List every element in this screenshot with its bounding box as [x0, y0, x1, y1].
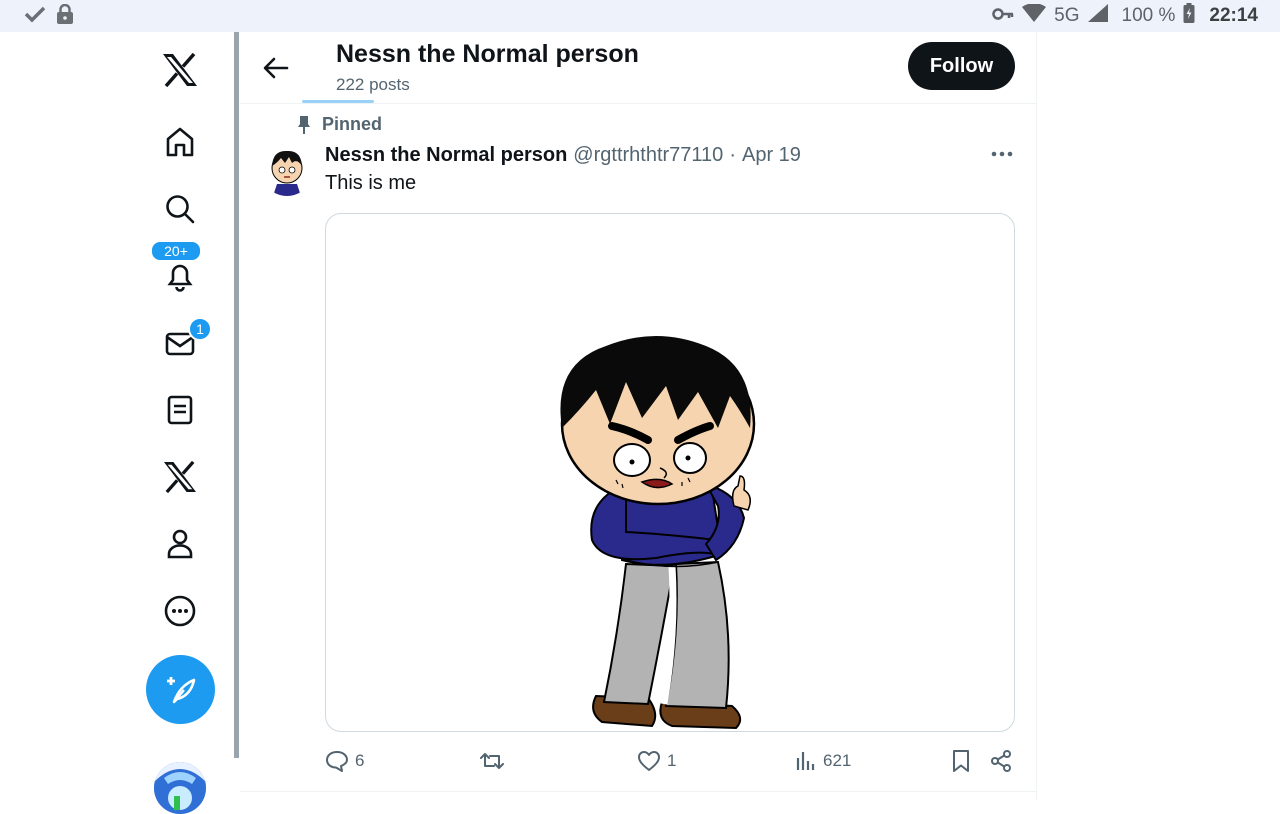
account-avatar[interactable]: [154, 762, 206, 814]
view-count: 621: [823, 751, 852, 770]
bar-chart-icon: [796, 752, 815, 770]
pin-icon: [298, 115, 310, 134]
network-type-label: 5G: [1054, 5, 1080, 26]
like-count: 1: [667, 751, 677, 770]
nav-more-button[interactable]: [150, 581, 210, 641]
character-drawing: [560, 336, 756, 730]
nav-notifications-button[interactable]: 20+: [150, 240, 210, 306]
x-premium-icon: [164, 461, 196, 493]
bell-icon: [167, 264, 193, 292]
like-button[interactable]: 1: [637, 746, 676, 776]
views-button[interactable]: 621: [795, 746, 851, 776]
status-bar: 5G 100 % 22:14: [0, 0, 1280, 32]
meta-separator: ·: [729, 144, 736, 166]
profile-header: Nessn the Normal person 222 posts Follow: [240, 32, 1036, 104]
feather-plus-icon: [166, 676, 195, 703]
vpn-key-icon: [992, 5, 1014, 27]
clock-label: 22:14: [1209, 5, 1258, 26]
author-handle[interactable]: @rgttrhthtr77110: [573, 144, 723, 167]
bookmark-button[interactable]: [951, 746, 971, 776]
nav-home-button[interactable]: [150, 112, 210, 172]
post-actions: 6 1 621: [325, 746, 1015, 776]
reply-button[interactable]: 6: [325, 746, 364, 776]
battery-level-label: 100 %: [1121, 5, 1176, 26]
reply-count: 6: [355, 751, 365, 770]
lists-icon: [167, 395, 193, 425]
author-avatar[interactable]: [261, 144, 313, 196]
post-more-button[interactable]: [986, 142, 1018, 166]
bookmark-icon: [953, 750, 969, 772]
scrollbar[interactable]: [234, 32, 239, 758]
more-horizontal-icon: [991, 151, 1013, 157]
home-icon: [166, 127, 194, 157]
nav-lists-button[interactable]: [150, 380, 210, 440]
more-circle-icon: [164, 595, 196, 627]
lock-icon: [56, 3, 74, 29]
x-logo-icon: [163, 53, 197, 87]
author-name[interactable]: Nessn the Normal person: [325, 144, 567, 167]
nav-premium-button[interactable]: [150, 447, 210, 507]
post-text: This is me: [325, 172, 417, 194]
arrow-left-icon: [263, 57, 289, 79]
profile-icon: [167, 529, 193, 559]
post-date[interactable]: Apr 19: [742, 144, 801, 167]
back-button[interactable]: [258, 50, 294, 86]
post-meta: Nessn the Normal person @rgttrhthtr77110…: [325, 144, 801, 167]
tab-indicator: [302, 100, 374, 103]
nav-messages-button[interactable]: 1: [150, 313, 212, 373]
search-icon: [166, 195, 195, 224]
battery-icon: [1183, 3, 1195, 29]
pinned-label: Pinned: [322, 114, 383, 134]
pinned-post[interactable]: Pinned Nessn the Normal person @rgttrhth…: [240, 104, 1036, 792]
compose-post-button[interactable]: [146, 655, 215, 724]
pinned-indicator: Pinned: [296, 114, 382, 135]
post-image[interactable]: [325, 213, 1015, 732]
x-logo-button[interactable]: [150, 40, 210, 100]
notifications-badge: 20+: [150, 240, 202, 262]
share-button[interactable]: [989, 746, 1013, 776]
nav-profile-button[interactable]: [150, 514, 210, 574]
signal-icon: [1087, 4, 1108, 28]
messages-badge: 1: [188, 317, 212, 341]
repost-icon: [480, 753, 504, 769]
column-divider: [1036, 32, 1037, 800]
speech-bubble-icon: [326, 751, 348, 772]
side-navigation: 20+ 1: [140, 32, 222, 814]
page-title: Nessn the Normal person: [336, 40, 639, 68]
check-icon: [24, 5, 46, 28]
post-count: 222 posts: [336, 75, 410, 94]
repost-button[interactable]: [479, 746, 505, 776]
share-icon: [991, 750, 1011, 772]
wifi-icon: [1022, 3, 1047, 28]
heart-icon: [638, 751, 660, 771]
follow-button[interactable]: Follow: [908, 42, 1015, 90]
nav-explore-button[interactable]: [150, 179, 210, 239]
